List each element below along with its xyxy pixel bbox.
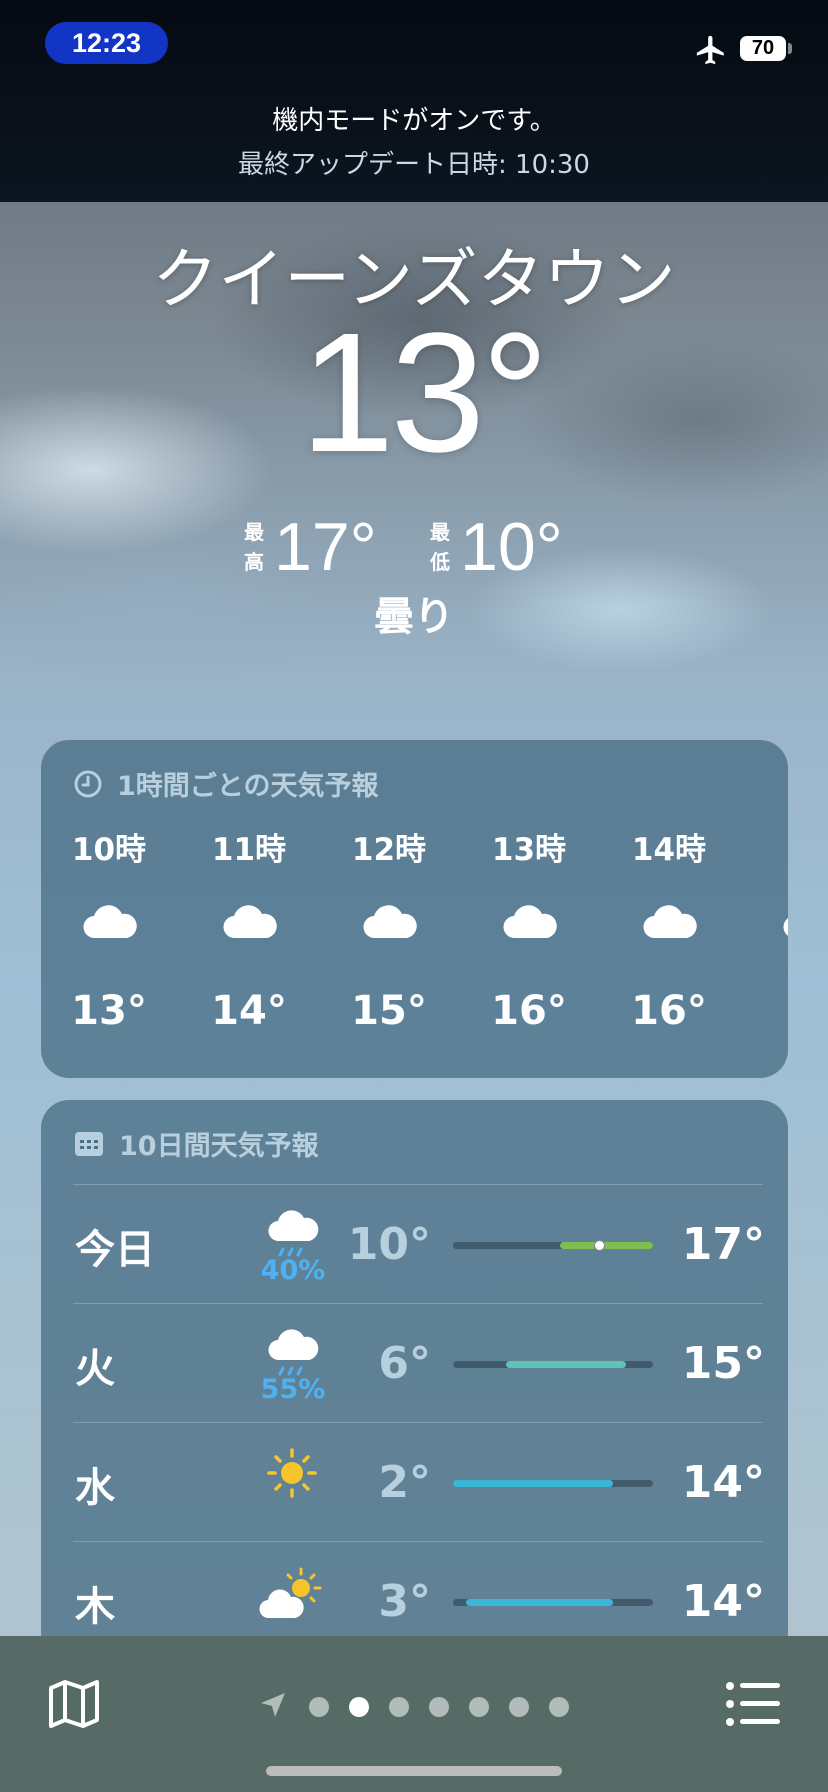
hour-temperature: 13°: [71, 988, 147, 1034]
temperature-range-fill: [506, 1361, 627, 1368]
day-label: 今日: [75, 1227, 155, 1273]
airplane-mode-notice: 機内モードがオンです。: [272, 106, 556, 136]
current-temperature-marker: [594, 1240, 606, 1251]
temperature-range-fill: [559, 1242, 653, 1249]
cloud-icon: [781, 900, 788, 942]
daily-forecast-card[interactable]: 10日間天気予報 今日 40% 10° 17° 火 55% 6° 15° 水 2° 14° 木 3° 14…: [41, 1100, 788, 1660]
hour-temperature: 16°: [491, 988, 567, 1034]
daily-forecast-header: 10日間天気予報: [73, 1124, 319, 1163]
airplane-mode-banner: 12:23 70 機内モードがオンです。 最終アップデート日時: 10:30: [0, 0, 828, 202]
hour-temperature: 1: [759, 988, 788, 1034]
sun-icon: [257, 1443, 327, 1507]
day-low-temperature: 2°: [378, 1457, 431, 1508]
hour-label: 11時: [211, 832, 287, 868]
page-dot[interactable]: [309, 1697, 329, 1717]
battery-cap: [788, 43, 792, 54]
hour-label: 13時: [491, 832, 567, 868]
high-temperature-group: 最 高 17°: [244, 508, 377, 586]
daily-row[interactable]: 火 55% 6° 15°: [73, 1303, 765, 1422]
hour-label: 14時: [631, 832, 707, 868]
page-dot[interactable]: [389, 1697, 409, 1717]
day-low-temperature: 6°: [378, 1338, 431, 1389]
low-temperature-group: 最 低 10°: [430, 508, 563, 586]
cloud-icon: [361, 900, 419, 942]
day-label: 水: [75, 1465, 115, 1511]
temperature-range-bar: [453, 1240, 653, 1251]
list-icon[interactable]: [724, 1676, 782, 1732]
temperature-range-fill: [466, 1599, 613, 1606]
page-dot[interactable]: [469, 1697, 489, 1717]
hour-temperature: 14°: [211, 988, 287, 1034]
hour-label: 1: [759, 824, 788, 860]
temperature-range-bar: [453, 1599, 653, 1606]
location-arrow-icon[interactable]: [258, 1690, 288, 1720]
hourly-forecast-title: 1時間ごとの天気予報: [117, 771, 379, 802]
daily-forecast-title: 10日間天気予報: [119, 1131, 319, 1162]
last-updated-notice: 最終アップデート日時: 10:30: [238, 150, 590, 180]
day-high-temperature: 15°: [681, 1338, 765, 1389]
temperature-range-bar: [453, 1361, 653, 1368]
cloud-icon: [641, 900, 699, 942]
hour-temperature: 15°: [351, 988, 427, 1034]
current-temperature: 13°: [300, 298, 549, 488]
daily-row[interactable]: 今日 40% 10° 17°: [73, 1184, 765, 1303]
hour-label: 12時: [351, 832, 427, 868]
home-indicator[interactable]: [266, 1766, 562, 1776]
cloud-icon: [221, 900, 279, 942]
page-dot[interactable]: [549, 1697, 569, 1717]
low-temperature: 10°: [460, 509, 563, 585]
temperature-range-bar: [453, 1480, 653, 1487]
battery-indicator: 70: [740, 36, 786, 61]
high-temperature: 17°: [274, 509, 377, 585]
page-dot[interactable]: [509, 1697, 529, 1717]
day-high-temperature: 17°: [681, 1219, 765, 1270]
cloud-icon: [81, 900, 139, 942]
page-dot[interactable]: [349, 1697, 369, 1717]
cloud-icon: [501, 900, 559, 942]
airplane-icon: [696, 35, 724, 65]
status-time[interactable]: 12:23: [45, 22, 168, 64]
hour-label: 10時: [71, 832, 147, 868]
day-high-temperature: 14°: [681, 1576, 765, 1627]
day-high-temperature: 14°: [681, 1457, 765, 1508]
day-label: 火: [75, 1346, 115, 1392]
hour-temperature: 16°: [631, 988, 707, 1034]
clock-icon: [74, 770, 102, 797]
condition-text: 曇り: [374, 594, 454, 640]
day-label: 木: [75, 1584, 115, 1630]
daily-row[interactable]: 水 2° 14°: [73, 1422, 765, 1541]
day-low-temperature: 3°: [378, 1576, 431, 1627]
temperature-range-fill: [453, 1480, 613, 1487]
day-low-temperature: 10°: [347, 1219, 431, 1270]
map-icon[interactable]: [46, 1676, 102, 1732]
high-label: 最 高: [244, 520, 264, 574]
page-dot[interactable]: [429, 1697, 449, 1717]
partly-cloudy-icon: [257, 1562, 327, 1626]
low-label: 最 低: [430, 520, 450, 574]
hourly-forecast-header: 1時間ごとの天気予報: [73, 764, 379, 803]
calendar-icon: [75, 1131, 103, 1156]
hourly-forecast-card[interactable]: 1時間ごとの天気予報 10時 13° 11時 14° 12時 15° 13時 16° 14時 16…: [41, 740, 788, 1078]
